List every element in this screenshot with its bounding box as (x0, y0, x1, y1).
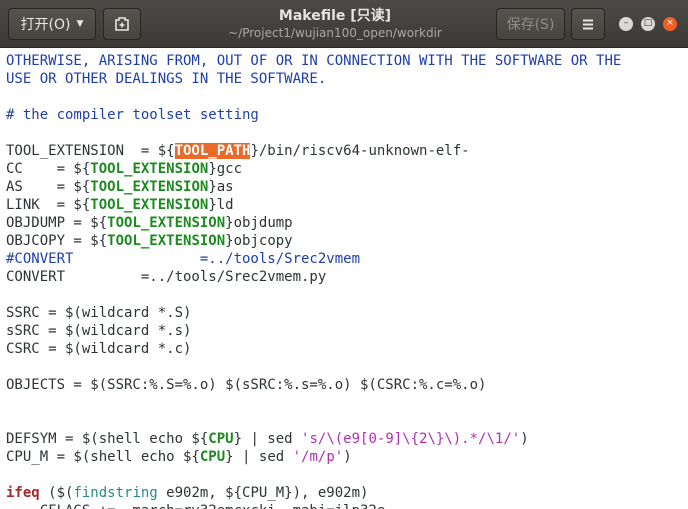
code-token: 's/\(e9[0-9]\{2\}\).*/\1/' (301, 431, 521, 447)
code-line: CC = ${TOOL_EXTENSION}gcc (6, 160, 621, 178)
new-tab-button[interactable] (103, 8, 141, 40)
code-line: CSRC = $(wildcard *.c) (6, 340, 621, 358)
code-token: TOOL_EXTENSION = ${ (6, 143, 175, 159)
code-token: TOOL_EXTENSION (90, 179, 209, 195)
code-token: SSRC = $(wildcard *.S) (6, 305, 192, 321)
code-line: AS = ${TOOL_EXTENSION}as (6, 178, 621, 196)
code-line: OBJCOPY = ${TOOL_EXTENSION}objcopy (6, 232, 621, 250)
code-text[interactable]: OTHERWISE, ARISING FROM, OUT OF OR IN CO… (6, 52, 621, 509)
code-token: # the compiler toolset setting (6, 107, 259, 123)
code-line: OTHERWISE, ARISING FROM, OUT OF OR IN CO… (6, 52, 621, 70)
code-token: OBJCOPY = ${ (6, 233, 108, 249)
code-token: }as (208, 179, 234, 195)
code-line: OBJECTS = $(SSRC:%.S=%.o) $(sSRC:%.s=%.o… (6, 376, 621, 394)
code-token: ifeq (6, 485, 40, 501)
code-token: AS = ${ (6, 179, 91, 195)
code-line: sSRC = $(wildcard *.s) (6, 322, 621, 340)
code-token: TOOL_EXTENSION (90, 197, 209, 213)
menu-button[interactable] (571, 8, 605, 40)
code-line: CPU_M = $(shell echo ${CPU} | sed '/m/p'… (6, 448, 621, 466)
window-subtitle: ~/Project1/wujian100_open/workdir (228, 26, 442, 40)
title-area: Makefile [只读] ~/Project1/wujian100_open/… (190, 7, 480, 41)
code-line: CFLAGS += -march=rv32emcxcki -mabi=ilp32… (6, 502, 621, 509)
code-token: e902m, ${CPU_M}), e902m) (157, 485, 369, 501)
code-line: SSRC = $(wildcard *.S) (6, 304, 621, 322)
text-editor-window: 打开(O) ▼ Makefile [只读] ~/Project1/wujian1… (0, 0, 688, 509)
code-line: LINK = ${TOOL_EXTENSION}ld (6, 196, 621, 214)
code-token: } | sed (233, 431, 302, 447)
code-token: CC = ${ (6, 161, 91, 177)
code-token: sSRC = $(wildcard *.s) (6, 323, 192, 339)
open-button[interactable]: 打开(O) ▼ (8, 8, 96, 40)
code-token: DEFSYM = $(shell echo ${ (6, 431, 209, 447)
chevron-down-icon: ▼ (76, 19, 84, 29)
code-token: OBJECTS = $(SSRC:%.S=%.o) $(sSRC:%.s=%.o… (6, 377, 487, 393)
code-token: }ld (208, 197, 234, 213)
code-token: ($( (39, 485, 74, 501)
code-token: } | sed (225, 449, 293, 465)
code-token: CPU_M = $(shell echo ${ (6, 449, 200, 465)
code-line: # the compiler toolset setting (6, 106, 621, 124)
code-token: LINK = ${ (6, 197, 91, 213)
code-token: CFLAGS += -march=rv32emcxcki -mabi=ilp32… (6, 503, 386, 509)
code-token: OTHERWISE, ARISING FROM, OUT OF OR IN CO… (6, 53, 622, 69)
code-token: }objcopy (225, 233, 293, 249)
window-title: Makefile [只读] (278, 8, 392, 24)
code-token: ) (520, 431, 529, 447)
close-icon[interactable]: × (663, 17, 677, 31)
code-token: OBJDUMP = ${ (6, 215, 108, 231)
code-line: ifeq ($(findstring e902m, ${CPU_M}), e90… (6, 484, 621, 502)
code-token: TOOL_EXTENSION (107, 215, 226, 231)
code-token: CSRC = $(wildcard *.c) (6, 341, 192, 357)
code-token: CONVERT =../tools/Srec2vmem.py (6, 269, 327, 285)
code-line: #CONVERT =../tools/Srec2vmem (6, 250, 621, 268)
code-line: CONVERT =../tools/Srec2vmem.py (6, 268, 621, 286)
code-line: TOOL_EXTENSION = ${TOOL_PATH}/bin/riscv6… (6, 142, 621, 160)
code-view[interactable]: OTHERWISE, ARISING FROM, OUT OF OR IN CO… (0, 48, 688, 509)
new-tab-icon (115, 17, 129, 31)
code-token: }gcc (208, 161, 243, 177)
code-token: }objdump (225, 215, 293, 231)
maximize-icon[interactable]: □ (641, 17, 655, 31)
code-token: USE OR OTHER DEALINGS IN THE SOFTWARE. (6, 71, 327, 87)
code-token: TOOL_EXTENSION (107, 233, 226, 249)
code-token: ) (343, 449, 352, 465)
code-token: }/bin/riscv64-unknown-elf- (250, 143, 470, 159)
code-token: CPU (199, 449, 226, 465)
header-bar: 打开(O) ▼ Makefile [只读] ~/Project1/wujian1… (0, 0, 688, 48)
save-button[interactable]: 保存(S) (496, 8, 565, 40)
code-line: OBJDUMP = ${TOOL_EXTENSION}objdump (6, 214, 621, 232)
search-match: TOOL_PATH (174, 143, 251, 159)
code-token: '/m/p' (292, 449, 344, 465)
hamburger-menu-icon (583, 19, 593, 29)
code-token: #CONVERT =../tools/Srec2vmem (6, 251, 361, 267)
code-line: USE OR OTHER DEALINGS IN THE SOFTWARE. (6, 70, 621, 88)
code-token: TOOL_EXTENSION (90, 161, 209, 177)
code-token: findstring (73, 485, 158, 501)
open-button-label: 打开(O) (20, 17, 71, 33)
minimize-icon[interactable]: – (619, 17, 633, 31)
code-line: DEFSYM = $(shell echo ${CPU} | sed 's/\(… (6, 430, 621, 448)
code-token: CPU (208, 431, 234, 447)
